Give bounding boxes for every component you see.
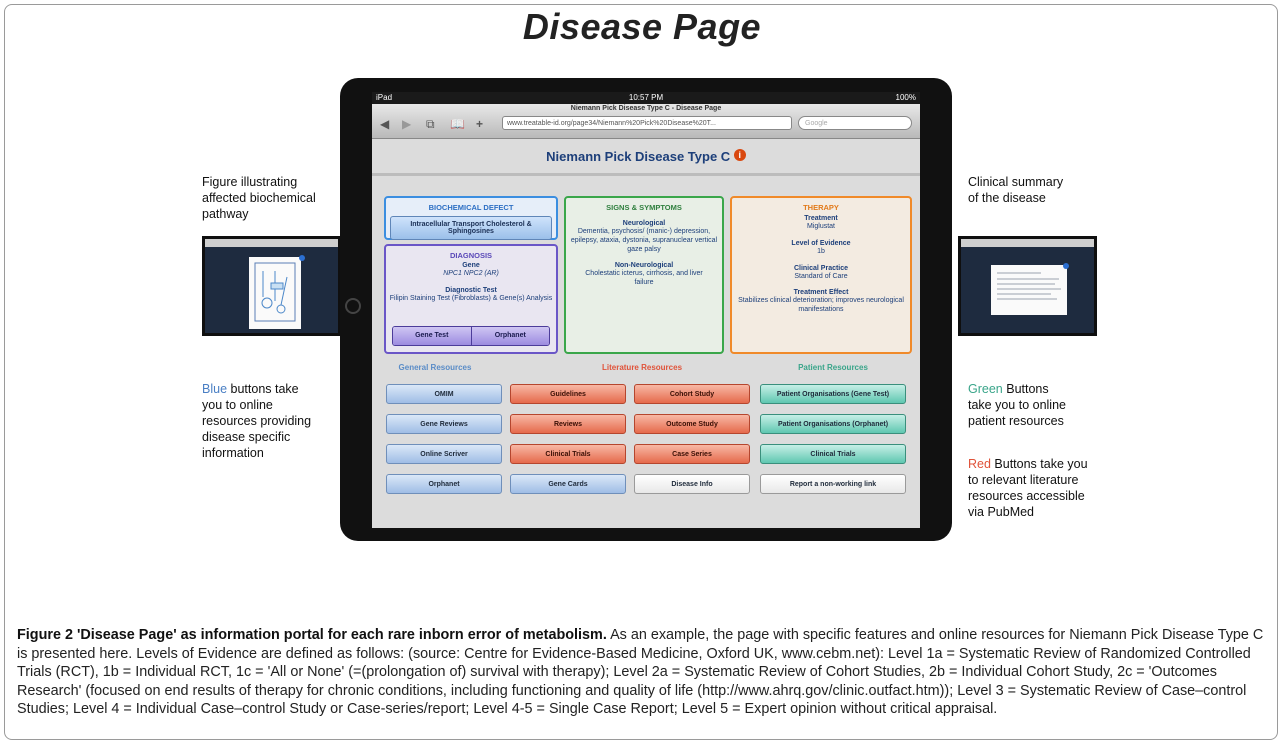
status-time: 10:57 PM bbox=[628, 93, 664, 102]
annotation-red-buttons: Red Buttons take you to relevant literat… bbox=[968, 456, 1088, 520]
neurological-value: Dementia, psychosis/ (manic-) depression… bbox=[570, 228, 718, 253]
add-icon[interactable]: + bbox=[476, 117, 483, 131]
level-of-evidence-value: 1b bbox=[817, 247, 825, 255]
annotation-line: patient resources bbox=[968, 414, 1064, 428]
figure-caption: Figure 2 'Disease Page' as information p… bbox=[17, 626, 1269, 719]
pathway-thumbnail bbox=[202, 236, 341, 336]
literature-resources-heading: Literature Resources bbox=[601, 363, 683, 372]
treatment-value: Miglustat bbox=[806, 223, 835, 230]
gene-cards-button[interactable]: Gene Cards bbox=[510, 474, 626, 494]
back-icon[interactable]: ◀ bbox=[380, 117, 389, 131]
annotation-blue-buttons: Blue buttons take you to online resource… bbox=[202, 381, 311, 461]
clinical-summary-thumbnail bbox=[958, 236, 1097, 336]
annotation-line: to relevant literature bbox=[968, 473, 1079, 487]
annotation-pathway: Figure illustrating affected biochemical… bbox=[202, 174, 316, 222]
diagnostic-test-label: Diagnostic Test bbox=[445, 286, 497, 294]
status-bar: iPad 10:57 PM 100% bbox=[372, 92, 920, 104]
gene-value: NPC1 NPC2 (AR) bbox=[443, 270, 499, 277]
treatment-effect-value: Stabilizes clinical deterioration; impro… bbox=[738, 297, 904, 313]
annotation-line: information bbox=[202, 446, 264, 460]
therapy-panel: THERAPY Treatment Miglustat Level of Evi… bbox=[730, 196, 912, 354]
diagnostic-test-value: Filipin Staining Test (Fibroblasts) & Ge… bbox=[389, 294, 553, 302]
disease-info-button[interactable]: Disease Info bbox=[634, 474, 750, 494]
annotation-line: resources providing bbox=[202, 414, 312, 428]
signs-symptoms-panel: SIGNS & SYMPTOMS Neurological Dementia, … bbox=[564, 196, 724, 354]
diagnosis-heading: DIAGNOSIS bbox=[449, 251, 493, 260]
online-scriver-button[interactable]: Online Scriver bbox=[386, 444, 502, 464]
annotation-line: Clinical summary bbox=[968, 175, 1064, 189]
ipad-device: iPad 10:57 PM 100% Niemann Pick Disease … bbox=[340, 78, 952, 541]
omim-button[interactable]: OMIM bbox=[386, 384, 502, 404]
patient-org-orphanet-button[interactable]: Patient Organisations (Orphanet) bbox=[760, 414, 906, 434]
url-field[interactable]: www.treatable-id.org/page34/Niemann%20Pi… bbox=[502, 116, 792, 130]
treatment-label: Treatment bbox=[804, 215, 838, 222]
clinical-trials-patient-button[interactable]: Clinical Trials bbox=[760, 444, 906, 464]
annotation-line: Buttons bbox=[1006, 382, 1049, 396]
annotation-clinical-summary: Clinical summary of the disease bbox=[968, 174, 1063, 206]
annotation-line: of the disease bbox=[968, 191, 1046, 205]
orphanet-resource-button[interactable]: Orphanet bbox=[386, 474, 502, 494]
signs-symptoms-heading: SIGNS & SYMPTOMS bbox=[606, 203, 682, 212]
figure-title: Disease Page bbox=[522, 6, 762, 47]
ipad-screen: iPad 10:57 PM 100% Niemann Pick Disease … bbox=[372, 92, 920, 528]
search-input[interactable]: Google bbox=[798, 116, 912, 130]
case-series-button[interactable]: Case Series bbox=[634, 444, 750, 464]
browser-page-title: Niemann Pick Disease Type C - Disease Pa… bbox=[570, 105, 722, 112]
biochemical-pathway-button[interactable]: Intracellular Transport Cholesterol & Sp… bbox=[390, 216, 552, 240]
guidelines-button[interactable]: Guidelines bbox=[510, 384, 626, 404]
annotation-highlight-red: Red bbox=[968, 457, 991, 471]
clinical-practice-label: Clinical Practice bbox=[793, 264, 849, 272]
therapy-heading: THERAPY bbox=[803, 203, 839, 212]
annotation-green-buttons: Green Buttons take you to online patient… bbox=[968, 381, 1066, 429]
annotation-highlight-green: Green bbox=[968, 382, 1003, 396]
annotation-line: pathway bbox=[202, 207, 249, 221]
browser-toolbar: Niemann Pick Disease Type C - Disease Pa… bbox=[372, 104, 920, 139]
summary-text-icon bbox=[997, 272, 1061, 300]
level-of-evidence-label: Level of Evidence bbox=[791, 239, 851, 247]
caption-title: 'Disease Page' as information portal for… bbox=[76, 627, 607, 643]
annotation-highlight-blue: Blue bbox=[202, 382, 228, 396]
annotation-line: buttons take bbox=[230, 382, 299, 396]
annotation-line: Buttons take you bbox=[994, 457, 1088, 471]
annotation-line: via PubMed bbox=[968, 505, 1035, 519]
annotation-line: take you to online bbox=[968, 398, 1066, 412]
annotation-line: disease specific bbox=[202, 430, 291, 444]
annotation-line: resources accessible bbox=[968, 489, 1085, 503]
non-neurological-value: Cholestatic icterus, cirrhosis, and live… bbox=[585, 270, 703, 286]
patient-resources-heading: Patient Resources bbox=[798, 363, 868, 372]
battery-level: 100% bbox=[895, 93, 916, 102]
diagnosis-buttons: Gene Test Orphanet bbox=[392, 326, 550, 346]
annotation-line: Figure illustrating bbox=[202, 175, 298, 189]
gene-label: Gene bbox=[462, 262, 480, 269]
neurological-label: Neurological bbox=[622, 220, 666, 227]
pathway-diagram-icon bbox=[254, 262, 296, 322]
biochemical-defect-heading: BIOCHEMICAL DEFECT bbox=[428, 203, 514, 212]
gene-test-button[interactable]: Gene Test bbox=[393, 327, 472, 345]
cohort-study-button[interactable]: Cohort Study bbox=[634, 384, 750, 404]
caption-label: Figure 2 bbox=[17, 627, 73, 643]
clinical-trials-literature-button[interactable]: Clinical Trials bbox=[510, 444, 626, 464]
disease-name: Niemann Pick Disease Type C bbox=[546, 149, 731, 164]
annotation-line: you to online bbox=[202, 398, 273, 412]
biochemical-defect-panel: BIOCHEMICAL DEFECT Intracellular Transpo… bbox=[384, 196, 558, 240]
bookmarks-icon[interactable]: 📖 bbox=[450, 117, 465, 131]
non-neurological-label: Non-Neurological bbox=[614, 262, 674, 270]
patient-org-gene-test-button[interactable]: Patient Organisations (Gene Test) bbox=[760, 384, 906, 404]
annotation-line: affected biochemical bbox=[202, 191, 316, 205]
report-broken-link-button[interactable]: Report a non-working link bbox=[760, 474, 906, 494]
home-button-icon[interactable] bbox=[345, 298, 361, 314]
reviews-button[interactable]: Reviews bbox=[510, 414, 626, 434]
disease-title: Niemann Pick Disease Type C i bbox=[372, 149, 920, 171]
diagnosis-panel: DIAGNOSIS Gene NPC1 NPC2 (AR) Diagnostic… bbox=[384, 244, 558, 354]
forward-icon[interactable]: ▶ bbox=[402, 117, 411, 131]
outcome-study-button[interactable]: Outcome Study bbox=[634, 414, 750, 434]
orphanet-button[interactable]: Orphanet bbox=[471, 327, 549, 345]
gene-reviews-button[interactable]: Gene Reviews bbox=[386, 414, 502, 434]
tabs-icon[interactable]: ⧉ bbox=[426, 117, 435, 132]
clinical-practice-value: Standard of Care bbox=[794, 272, 848, 280]
info-icon[interactable]: i bbox=[733, 149, 746, 161]
general-resources-heading: General Resources bbox=[398, 363, 472, 372]
treatment-effect-label: Treatment Effect bbox=[793, 289, 849, 297]
